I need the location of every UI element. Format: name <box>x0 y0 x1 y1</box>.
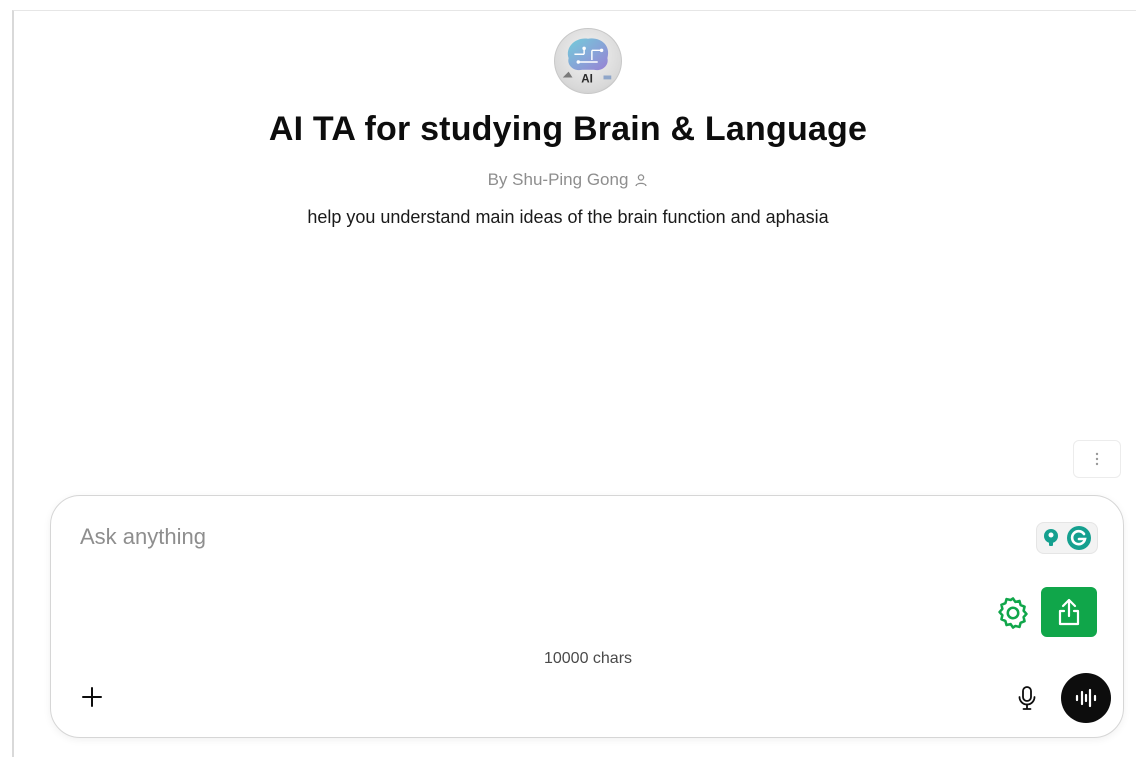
message-composer: 10000 chars <box>50 495 1124 738</box>
gpt-byline: By Shu-Ping Gong <box>0 170 1136 192</box>
author-name: By Shu-Ping Gong <box>487 170 629 189</box>
person-icon[interactable] <box>634 172 648 192</box>
attach-button[interactable] <box>77 682 107 712</box>
character-count: 10000 chars <box>543 650 633 667</box>
share-upload-icon <box>1058 598 1080 626</box>
share-button[interactable] <box>1041 587 1097 637</box>
microphone-icon <box>1018 686 1036 710</box>
gear-icon <box>998 597 1028 629</box>
prompt-input[interactable] <box>80 522 980 552</box>
settings-button[interactable] <box>992 592 1034 634</box>
grammarly-icon <box>1067 526 1091 550</box>
plus-icon <box>82 687 102 707</box>
avatar-label: AI <box>581 72 593 85</box>
grammarly-extension-button[interactable] <box>1036 522 1098 554</box>
more-vertical-icon <box>1095 452 1099 466</box>
lightbulb-icon <box>1044 529 1058 546</box>
dictate-button[interactable] <box>1013 683 1041 713</box>
gpt-description: help you understand main ideas of the br… <box>307 207 829 227</box>
brain-ai-logo-icon: AI <box>562 38 612 85</box>
voice-waveform-icon <box>1075 688 1097 708</box>
voice-mode-button[interactable] <box>1061 673 1111 723</box>
more-options-button[interactable] <box>1073 440 1121 478</box>
gpt-title: AI TA for studying Brain & Language <box>268 110 868 148</box>
gpt-avatar: AI <box>554 28 622 94</box>
